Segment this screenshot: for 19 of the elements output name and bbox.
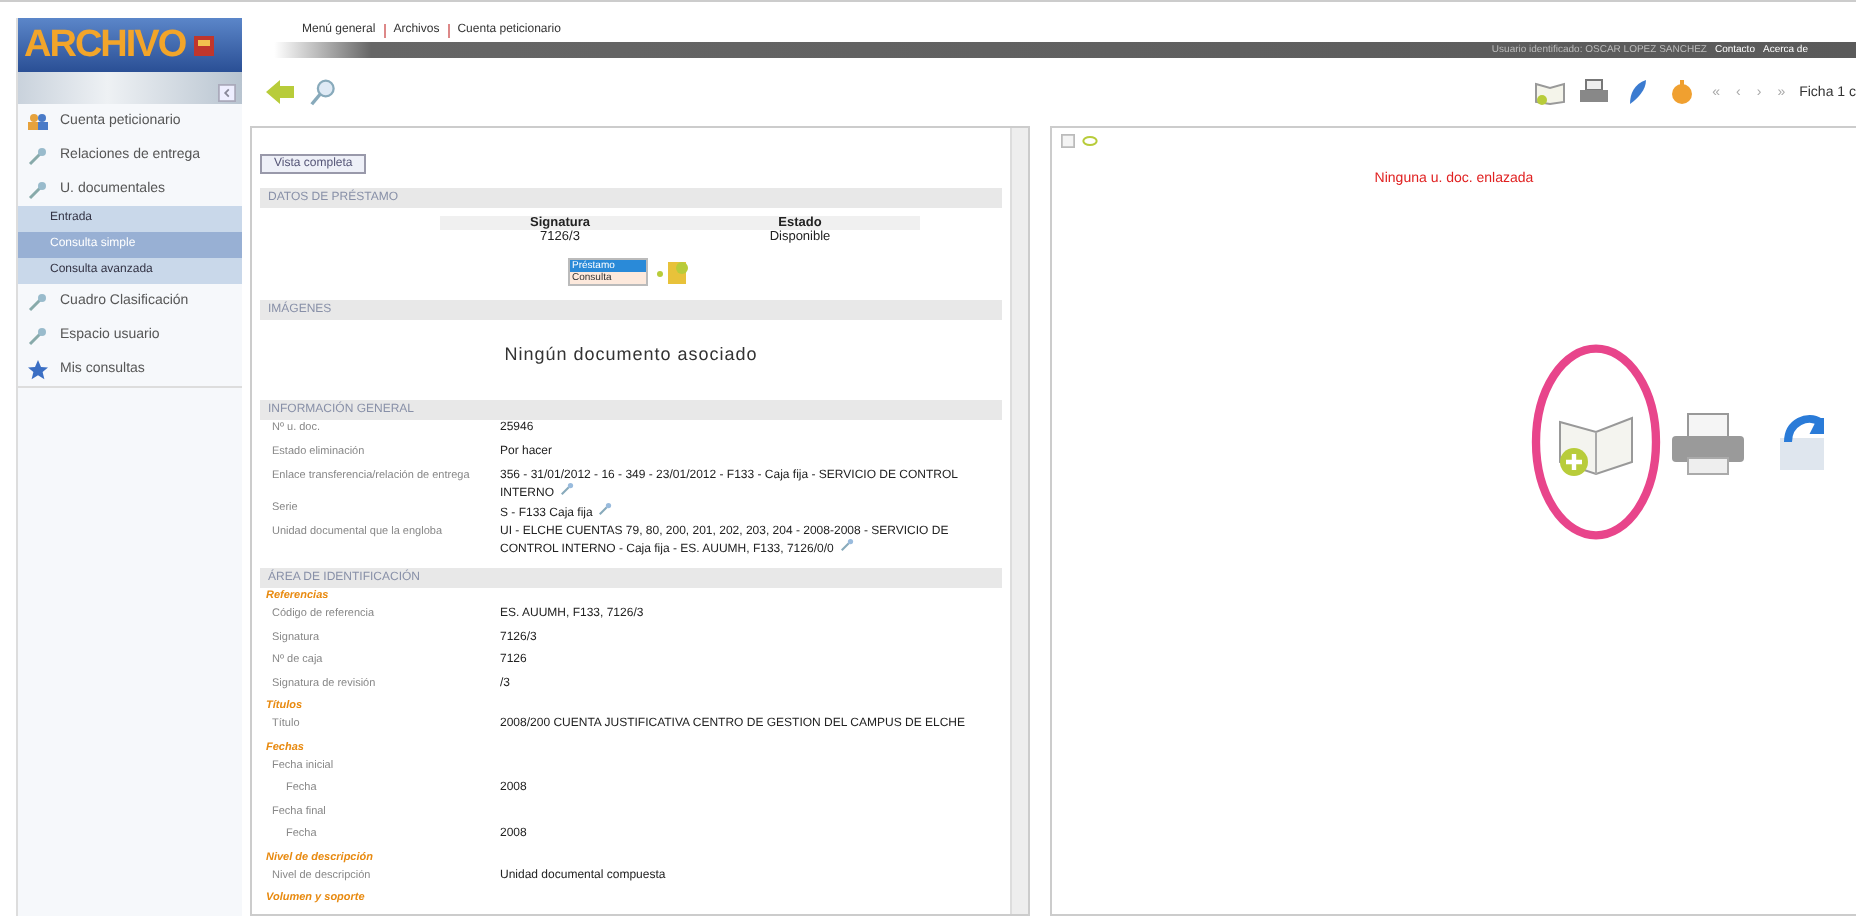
back-arrow-icon[interactable] — [264, 78, 296, 106]
empty-message: Ningún documento asociado — [502, 342, 760, 368]
search-icon[interactable] — [308, 78, 340, 106]
archive-icon — [191, 33, 216, 57]
star-icon — [26, 359, 50, 379]
people-icon — [26, 111, 50, 131]
scrollbar[interactable] — [1010, 128, 1028, 914]
pin-icon — [26, 179, 50, 199]
printer-icon[interactable] — [1578, 78, 1611, 106]
pin-icon — [26, 325, 50, 345]
link-icon[interactable] — [1082, 134, 1098, 148]
collapse-icon[interactable] — [1060, 134, 1076, 148]
link-icon[interactable] — [560, 482, 574, 496]
link-icon[interactable] — [598, 502, 613, 516]
app-title: ARCHIVO — [24, 23, 186, 67]
pin-icon — [26, 145, 50, 165]
book-icon[interactable] — [1534, 78, 1567, 106]
link-icon[interactable] — [839, 538, 854, 552]
pin-icon — [26, 291, 50, 311]
